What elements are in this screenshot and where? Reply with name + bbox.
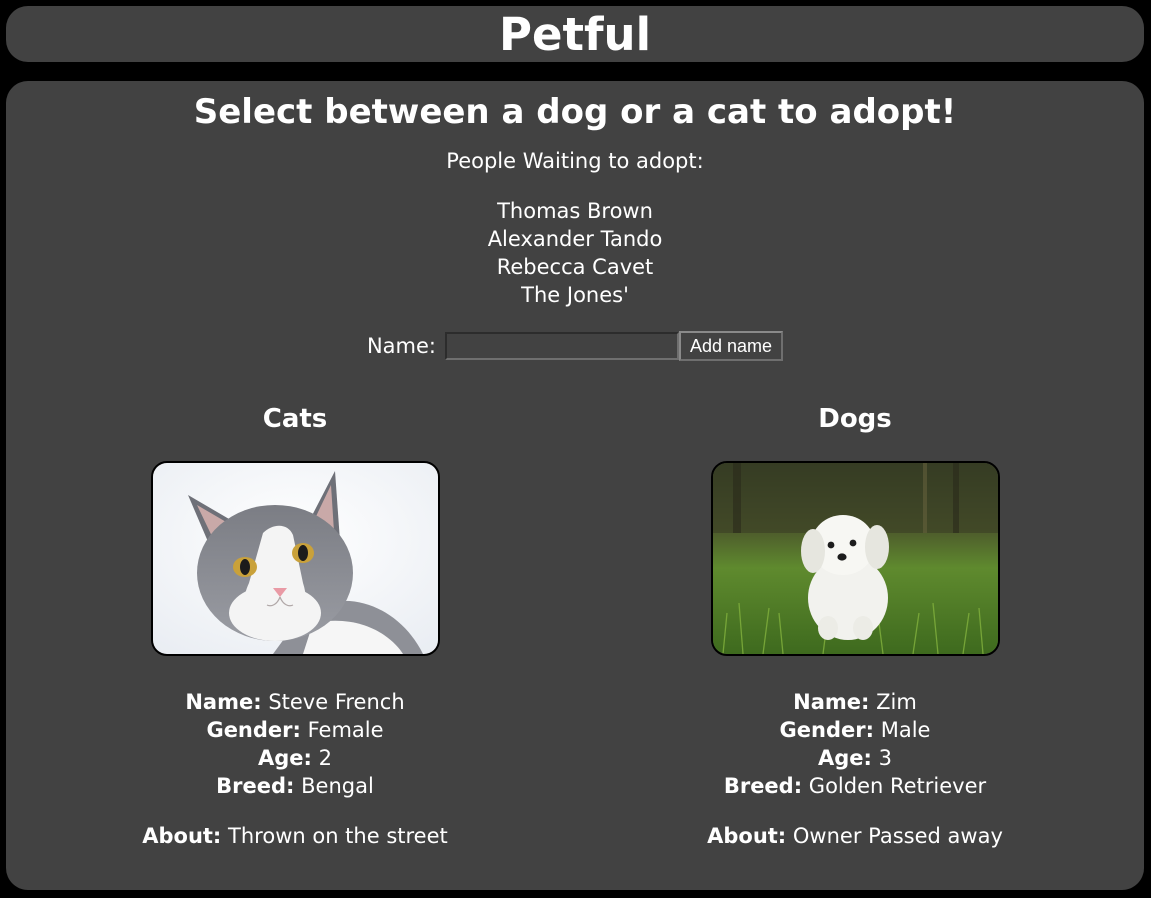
site-header: Petful [6,6,1144,62]
dog-breed-row: Breed: Golden Retriever [645,772,1065,800]
queue-item: Alexander Tando [487,227,663,251]
cat-about-label: About: [142,824,222,848]
queue-item: Rebecca Cavet [496,255,654,279]
cat-details: Name: Steve French Gender: Female Age: 2… [85,688,505,800]
cat-breed-row: Breed: Bengal [85,772,505,800]
page-heading: Select between a dog or a cat to adopt! [193,92,957,132]
cat-gender: Female [307,718,384,742]
cat-about: Thrown on the street [228,824,448,848]
cat-about-row: About: Thrown on the street [85,822,505,850]
dog-about-row: About: Owner Passed away [645,822,1065,850]
dog-about-label: About: [707,824,787,848]
dog-breed-label: Breed: [723,774,803,798]
cat-age: 2 [318,746,332,770]
dog-gender-label: Gender: [779,718,875,742]
site-title: Petful [498,8,652,61]
dog-age-label: Age: [818,746,872,770]
cat-gender-label: Gender: [206,718,301,742]
name-field-label: Name: [366,334,436,358]
cats-section: Cats Name: Steve French Gender: Female A… [85,401,505,850]
cat-name: Steve French [268,690,405,714]
dog-about: Owner Passed away [792,824,1003,848]
cat-age-row: Age: 2 [85,744,505,772]
adoption-panel: Select between a dog or a cat to adopt! … [6,81,1144,890]
cat-gender-row: Gender: Female [85,716,505,744]
dog-age: 3 [878,746,892,770]
queue-item: Thomas Brown [497,199,653,223]
cat-age-label: Age: [258,746,312,770]
cat-photo [150,461,440,656]
cat-name-row: Name: Steve French [85,688,505,716]
dog-name-label: Name: [793,690,870,714]
waiting-queue: Thomas Brown Alexander Tando Rebecca Cav… [6,197,1144,309]
dogs-heading: Dogs [818,404,892,434]
name-input[interactable] [444,332,679,360]
add-name-button[interactable]: Add name [678,331,784,361]
cat-breed-label: Breed: [216,774,295,798]
cat-name-label: Name: [185,690,262,714]
dog-breed: Golden Retriever [808,774,987,798]
dog-name-row: Name: Zim [645,688,1065,716]
add-name-form: Name: Add name [6,331,1144,361]
dog-name: Zim [876,690,917,714]
queue-item: The Jones' [521,283,629,307]
dogs-section: Dogs Name: Zim Gender: Male Age: 3 Breed… [645,401,1065,850]
dog-age-row: Age: 3 [645,744,1065,772]
dog-gender: Male [880,718,931,742]
dog-photo [710,461,1000,656]
cat-breed: Bengal [301,774,374,798]
waiting-label: People Waiting to adopt: [446,149,704,173]
dog-gender-row: Gender: Male [645,716,1065,744]
dog-details: Name: Zim Gender: Male Age: 3 Breed: Gol… [645,688,1065,800]
cats-heading: Cats [262,404,328,434]
